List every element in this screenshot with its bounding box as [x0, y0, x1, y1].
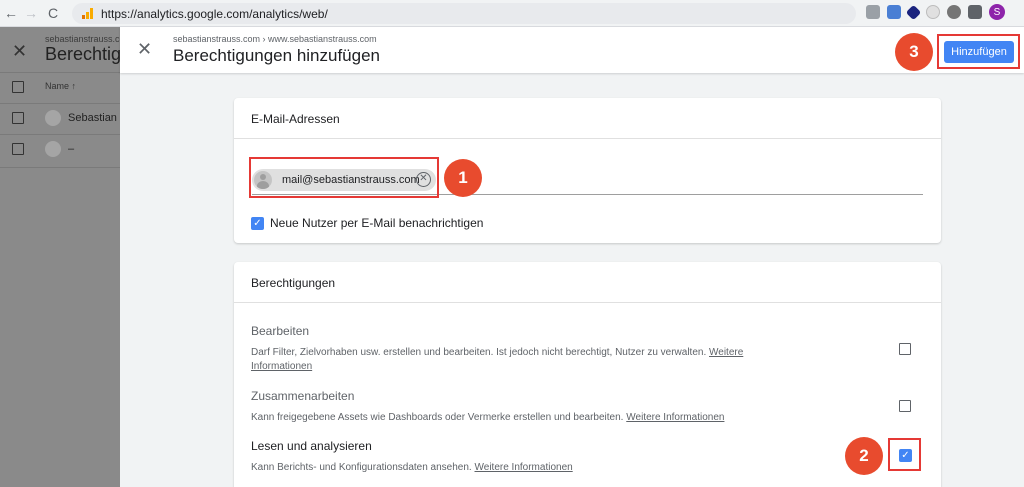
puzzle-icon[interactable] [968, 5, 982, 19]
step-badge-3: 3 [895, 33, 933, 71]
avatar [45, 110, 61, 126]
analytics-logo-icon [82, 8, 93, 19]
back-icon[interactable]: ← [0, 5, 22, 21]
gear-icon[interactable] [947, 5, 961, 19]
close-icon[interactable]: ✕ [137, 39, 152, 60]
notify-label: Neue Nutzer per E-Mail benachrichtigen [270, 216, 484, 230]
chip-email: mail@sebastianstrauss.com [282, 174, 420, 186]
browser-toolbar: ← → C https://analytics.google.com/analy… [0, 0, 1024, 27]
extension-blue-icon[interactable] [887, 5, 901, 19]
notify-checkbox[interactable]: ✓ [251, 217, 264, 230]
address-bar[interactable]: https://analytics.google.com/analytics/w… [72, 3, 856, 24]
table-row: – [0, 135, 120, 165]
extension-circle-icon[interactable] [926, 5, 940, 19]
perm-read-checkbox[interactable]: ✓ [899, 449, 912, 462]
profile-avatar[interactable]: S [989, 4, 1005, 20]
email-chip[interactable]: mail@sebastianstrauss.com ✕ [252, 169, 436, 191]
forward-icon[interactable]: → [20, 5, 42, 21]
dialog-header: ✕ sebastianstrauss.com › www.sebastianst… [120, 27, 1024, 73]
perm-collaborate-checkbox[interactable] [899, 400, 911, 412]
more-info-link[interactable]: Weitere Informationen [475, 462, 573, 473]
step-badge-1: 1 [444, 159, 482, 197]
add-button[interactable]: Hinzufügen [944, 41, 1014, 63]
more-info-link[interactable]: Weitere [709, 347, 743, 358]
camera-icon[interactable] [866, 5, 880, 19]
user-avatar-icon [254, 171, 272, 189]
step-badge-2: 2 [845, 437, 883, 475]
extension-icons: S [866, 4, 1005, 20]
email-input[interactable] [252, 194, 923, 195]
bg-select-all-checkbox [12, 81, 24, 93]
perm-edit-checkbox[interactable] [899, 343, 911, 355]
permissions-card-title: Berechtigungen [251, 276, 336, 290]
bg-row-name: – [68, 143, 75, 155]
extension-dark-icon[interactable] [905, 4, 922, 20]
perm-edit-name: Bearbeiten [251, 324, 310, 338]
avatar [45, 141, 61, 157]
perm-collaborate-name: Zusammenarbeiten [251, 389, 355, 403]
add-permissions-dialog: ✕ sebastianstrauss.com › www.sebastianst… [120, 27, 1024, 487]
page-title: Berechtigungen hinzufügen [173, 46, 380, 65]
breadcrumb: sebastianstrauss.com › www.sebastianstra… [173, 34, 377, 44]
bg-breadcrumb: sebastianstrauss.com [45, 34, 120, 44]
remove-chip-icon[interactable]: ✕ [416, 172, 431, 187]
perm-read-name: Lesen und analysieren [251, 439, 372, 453]
bg-close-icon: ✕ [12, 41, 28, 61]
perm-edit-description: Darf Filter, Zielvorhaben usw. erstellen… [251, 347, 744, 372]
url-text: https://analytics.google.com/analytics/w… [101, 6, 328, 21]
email-card-title: E-Mail-Adressen [251, 112, 340, 126]
permissions-card: Berechtigungen Bearbeiten Darf Filter, Z… [234, 262, 941, 487]
bg-row-checkbox [12, 112, 24, 124]
reload-icon[interactable]: C [42, 5, 64, 21]
more-info-link[interactable]: Weitere Informationen [626, 412, 724, 423]
background-page: ✕ sebastianstrauss.com Berechtigungsverw… [0, 27, 120, 487]
bg-row-name: Sebastian Strauss [68, 112, 120, 124]
table-row: Sebastian Strauss [0, 104, 120, 134]
more-info-link[interactable]: Informationen [251, 361, 312, 372]
perm-collaborate-description: Kann freigegebene Assets wie Dashboards … [251, 412, 725, 423]
bg-row-checkbox [12, 143, 24, 155]
email-card: E-Mail-Adressen mail@sebastianstrauss.co… [234, 98, 941, 243]
bg-column-name: Name ↑ [45, 81, 77, 91]
perm-read-description: Kann Berichts- und Konfigurationsdaten a… [251, 462, 573, 473]
bg-page-title: Berechtigungsverwaltung [45, 44, 120, 64]
bg-table-header: Name ↑ [0, 73, 120, 103]
